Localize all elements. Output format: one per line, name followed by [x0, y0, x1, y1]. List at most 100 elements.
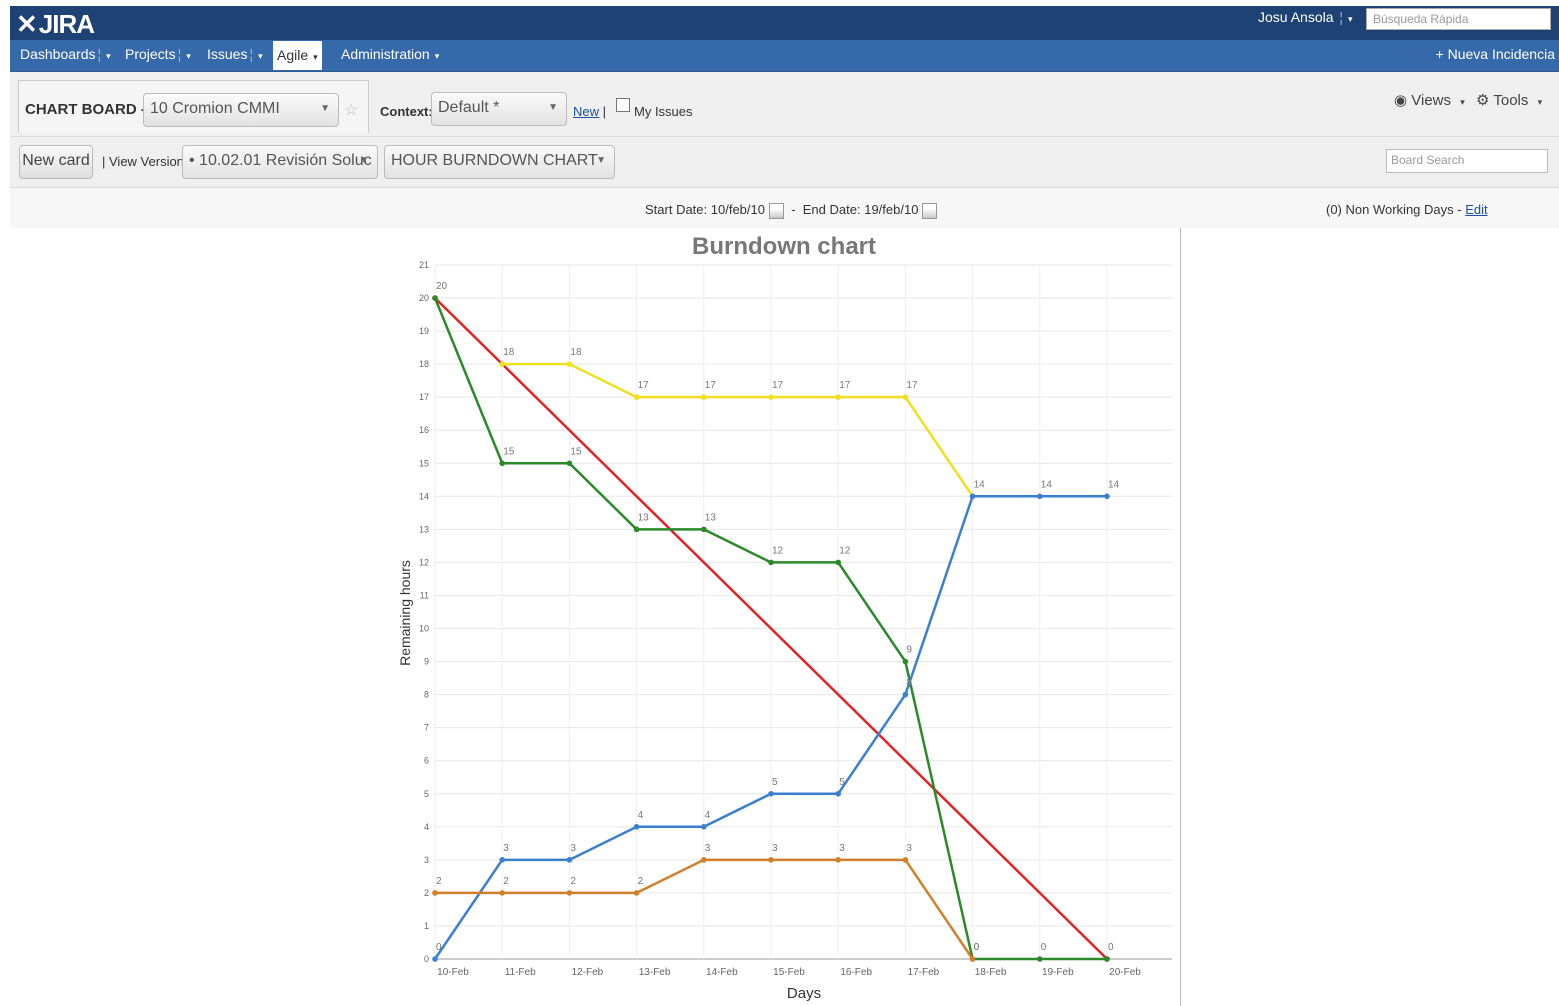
- data-label: 12: [839, 545, 851, 556]
- edit-non-working-link[interactable]: Edit: [1465, 202, 1487, 217]
- my-issues-label: My Issues: [634, 104, 693, 119]
- x-axis-ticks: 10-Feb 11-Feb 12-Feb 13-Feb 14-Feb 15-Feb 16-F…: [437, 967, 1141, 978]
- data-label: 5: [839, 777, 845, 788]
- data-point: [701, 857, 707, 863]
- new-issue-button[interactable]: + Nueva Incidencia: [1436, 40, 1555, 71]
- data-point: [566, 460, 573, 467]
- chart-toolbar: New card | View Version • 10.02.01 Revis…: [10, 137, 1559, 188]
- nav-label: Administration: [341, 46, 430, 62]
- chart-type-select[interactable]: HOUR BURNDOWN CHART ▼: [384, 145, 615, 179]
- star-icon[interactable]: ☆: [344, 100, 358, 120]
- data-label: 3: [772, 843, 778, 854]
- chevron-down-icon: ▼: [596, 155, 606, 166]
- data-point: [432, 956, 438, 962]
- board-title-text: CHART BOARD: [25, 101, 137, 118]
- version-value: • 10.02.01 Revisión Soluc: [189, 152, 372, 169]
- chevron-down-icon[interactable]: ▾: [106, 51, 111, 61]
- chevron-down-icon[interactable]: ▾: [258, 51, 263, 61]
- data-label: 3: [570, 843, 576, 854]
- data-label: 0: [1041, 942, 1047, 953]
- data-label: 17: [705, 380, 717, 391]
- data-label: 15: [503, 446, 515, 457]
- data-point: [499, 361, 506, 367]
- data-point: [835, 559, 841, 566]
- user-menu[interactable]: Josu Ansola ¦ ▾: [1258, 9, 1353, 25]
- x-tick-label: 12-Feb: [572, 967, 604, 978]
- y-tick-label: 20: [419, 293, 429, 303]
- x-axis-label: Days: [787, 985, 821, 1002]
- chevron-down-icon[interactable]: ▾: [186, 51, 191, 61]
- x-tick-label: 17-Feb: [908, 967, 940, 978]
- data-label: 20: [436, 281, 448, 292]
- jira-logo[interactable]: ✕JIRA: [16, 9, 95, 40]
- new-card-button[interactable]: New card: [19, 145, 93, 179]
- end-date-value: 19/feb/10: [864, 202, 919, 217]
- chevron-down-icon[interactable]: ▾: [313, 52, 318, 62]
- data-label: 2: [503, 876, 509, 887]
- calendar-icon[interactable]: [922, 202, 938, 219]
- data-label: 2: [436, 876, 442, 887]
- my-issues-checkbox[interactable]: [616, 98, 630, 112]
- data-point: [835, 394, 841, 400]
- data-point: [432, 890, 438, 896]
- top-header-bar: ✕JIRA Josu Ansola ¦ ▾ Búsqueda Rápida: [10, 6, 1559, 40]
- data-label: 2: [570, 876, 576, 887]
- data-point: [768, 857, 774, 863]
- data-point: [902, 658, 909, 665]
- y-tick-label: 12: [419, 557, 429, 567]
- data-labels: 20 0 18 18 17 17 17 17 17 14 15 15 13 13 12 12 9 0 0 0 3 3 4 4 5…: [436, 281, 1120, 953]
- data-point: [969, 493, 976, 500]
- data-point: [633, 526, 640, 533]
- nav-issues[interactable]: Issues ¦ ▾: [203, 40, 267, 71]
- context-value: Default *: [438, 99, 500, 116]
- version-select[interactable]: • 10.02.01 Revisión Soluc ▼: [182, 145, 378, 179]
- data-point: [768, 394, 774, 400]
- data-label: 3: [839, 843, 845, 854]
- data-point: [902, 857, 909, 863]
- context-select[interactable]: Default * ▼: [431, 92, 567, 126]
- data-label: 9: [906, 645, 912, 656]
- data-label: 3: [503, 843, 509, 854]
- y-tick-label: 19: [419, 326, 429, 336]
- nav-agile[interactable]: Agile ▾: [273, 41, 322, 70]
- nav-administration[interactable]: Administration ▾: [337, 40, 443, 71]
- data-point: [499, 857, 506, 863]
- chevron-down-icon: ▾: [1537, 97, 1543, 107]
- board-search-input[interactable]: Board Search: [1386, 149, 1548, 173]
- data-point: [835, 857, 841, 863]
- data-point: [566, 361, 573, 367]
- data-point: [902, 691, 909, 698]
- nav-projects[interactable]: Projects ¦ ▾: [121, 40, 195, 71]
- new-context-group: New |: [573, 104, 607, 119]
- date-range: Start Date: 10/feb/10 - End Date: 19/feb…: [645, 202, 938, 219]
- y-tick-label: 13: [419, 524, 429, 534]
- x-tick-label: 10-Feb: [437, 967, 469, 978]
- data-point: [768, 559, 774, 566]
- data-point: [1104, 493, 1110, 500]
- x-tick-label: 18-Feb: [975, 967, 1007, 978]
- data-label: 8: [906, 678, 912, 689]
- data-point: [701, 824, 707, 830]
- quick-search-input[interactable]: Búsqueda Rápida: [1366, 8, 1551, 30]
- views-menu[interactable]: ◉ Views ▾: [1394, 91, 1465, 109]
- calendar-icon[interactable]: [768, 202, 784, 219]
- data-point: [902, 394, 909, 400]
- chevron-down-icon: ▼: [359, 155, 369, 166]
- y-tick-label: 18: [419, 359, 429, 369]
- board-title: CHART BOARD -: [25, 101, 146, 118]
- end-date-label: End Date:: [802, 202, 861, 217]
- x-tick-label: 20-Feb: [1109, 967, 1141, 978]
- new-context-link[interactable]: New: [573, 104, 599, 119]
- board-select[interactable]: 10 Cromion CMMI ▼: [143, 93, 339, 127]
- data-label: 5: [772, 777, 778, 788]
- data-label: 14: [1041, 479, 1053, 490]
- tools-menu[interactable]: ⚙ Tools ▾: [1476, 91, 1542, 109]
- jira-logo-mark: ✕: [16, 9, 38, 39]
- y-tick-label: 9: [424, 657, 429, 667]
- y-tick-label: 7: [424, 723, 429, 733]
- y-tick-label: 21: [419, 260, 429, 270]
- separator: ¦: [177, 46, 182, 62]
- nav-dashboards[interactable]: Dashboards ¦ ▾: [16, 40, 115, 71]
- data-point: [566, 890, 573, 896]
- chevron-down-icon[interactable]: ▾: [435, 51, 440, 61]
